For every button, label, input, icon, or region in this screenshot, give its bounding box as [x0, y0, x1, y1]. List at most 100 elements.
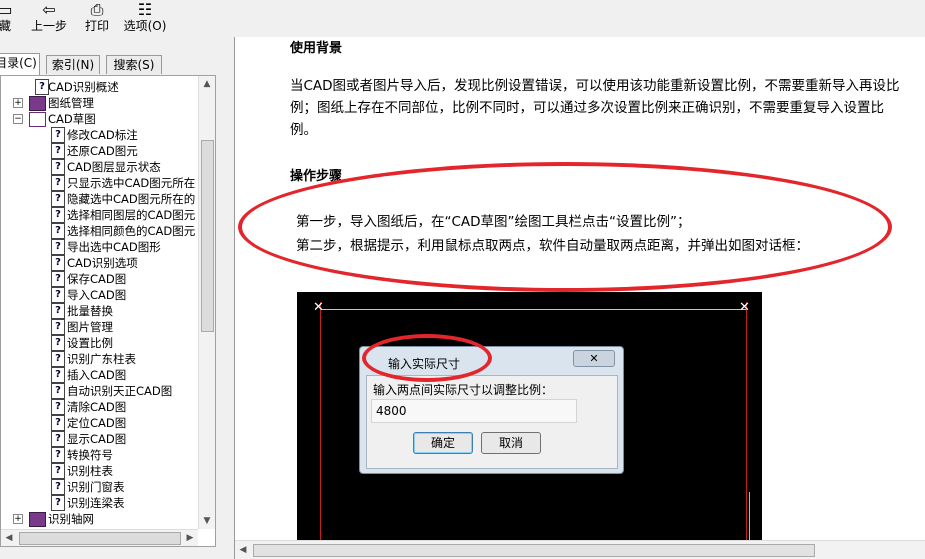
tree-item-label: 识别轴网: [48, 512, 94, 526]
options-button[interactable]: ☷ 选项(O): [122, 1, 168, 35]
tree-item[interactable]: ? 自动识别天正CAD图: [1, 383, 191, 399]
heading-background: 使用背景: [290, 41, 343, 56]
tree-item-label: 导出选中CAD图形: [67, 240, 161, 254]
help-page-icon: ?: [51, 239, 65, 255]
help-page-icon: ?: [51, 495, 65, 511]
tree-item-label: 图片管理: [67, 320, 113, 334]
help-page-icon: ?: [51, 367, 65, 383]
tree-item-label: 显示CAD图: [67, 432, 127, 446]
tree-vertical-scrollbar[interactable]: ▲ ▼: [198, 76, 215, 529]
help-page-icon: ?: [51, 191, 65, 207]
tree-item[interactable]: ? 还原CAD图元: [1, 143, 191, 159]
dialog-close-button[interactable]: ✕: [573, 350, 615, 367]
help-page-icon: ?: [51, 143, 65, 159]
tree-item[interactable]: ? 识别柱表: [1, 463, 191, 479]
tree-item-label: 图纸管理: [48, 96, 94, 110]
scroll-down-icon[interactable]: ▼: [199, 513, 215, 529]
book-icon: [29, 512, 46, 527]
tree-item-label: 清除CAD图: [67, 400, 127, 414]
pane-splitter[interactable]: [216, 37, 234, 559]
actual-size-input[interactable]: 4800: [371, 399, 577, 423]
tree-scroll-thumb[interactable]: [201, 140, 214, 332]
tree-item[interactable]: ? 修改CAD标注: [1, 127, 191, 143]
help-page-icon: ?: [51, 335, 65, 351]
tree-item[interactable]: ? 批量替换: [1, 303, 191, 319]
tree-item[interactable]: ? 识别门窗表: [1, 479, 191, 495]
tree-item[interactable]: ? 定位CAD图: [1, 415, 191, 431]
help-page-icon: ?: [51, 431, 65, 447]
tree-item[interactable]: ? 显示CAD图: [1, 431, 191, 447]
content-horizontal-scrollbar[interactable]: ◀: [235, 540, 925, 559]
help-page-icon: ?: [51, 159, 65, 175]
back-button[interactable]: ⇦ 上一步: [28, 1, 70, 35]
help-page-icon: ?: [51, 479, 65, 495]
tree-item-label: 导入CAD图: [67, 288, 127, 302]
tree-item[interactable]: ? 转换符号: [1, 447, 191, 463]
help-page-icon: ?: [51, 399, 65, 415]
collapse-icon[interactable]: −: [13, 114, 23, 124]
help-page-icon: ?: [51, 223, 65, 239]
tree-item-label: 识别连梁表: [67, 496, 125, 510]
content-hscroll-thumb[interactable]: [253, 544, 815, 557]
scroll-left-icon[interactable]: ◀: [1, 530, 17, 546]
tab-contents[interactable]: 目录(C): [0, 53, 40, 75]
expand-icon[interactable]: +: [13, 98, 23, 108]
paragraph-background: 当CAD图或者图片导入后，发现比例设置错误，可以使用该功能重新设置比例，不需要重…: [290, 78, 900, 138]
tab-index[interactable]: 索引(N): [46, 55, 100, 74]
tree-hscroll-thumb[interactable]: [19, 532, 181, 545]
help-page-icon: ?: [35, 79, 49, 95]
tree-item[interactable]: ? 插入CAD图: [1, 367, 191, 383]
tree-horizontal-scrollbar[interactable]: ◀ ▶: [1, 529, 198, 546]
topic-content: 使用背景 当CAD图或者图片导入后，发现比例设置错误，可以使用该功能重新设置比例…: [234, 37, 925, 559]
print-button[interactable]: ⎙ 打印: [82, 1, 112, 35]
favorites-button[interactable]: ▭ 藏: [0, 1, 14, 35]
tree-item[interactable]: ? 清除CAD图: [1, 399, 191, 415]
help-page-icon: ?: [51, 351, 65, 367]
tree-item[interactable]: + 图纸管理: [1, 95, 191, 111]
tree-item[interactable]: − CAD草图: [1, 111, 191, 127]
tree-item-label: 设置比例: [67, 336, 113, 350]
cancel-button[interactable]: 取消: [481, 432, 541, 454]
tree-item[interactable]: ? CAD识别选项: [1, 255, 191, 271]
nav-tabs: 目录(C) 索引(N) 搜索(S): [0, 53, 216, 75]
tree-item-label: 自动识别天正CAD图: [67, 384, 173, 398]
favorites-icon: ▭: [0, 0, 13, 19]
tree-item[interactable]: ? 选择相同图层的CAD图元: [1, 207, 195, 223]
tree-item[interactable]: ? 导出选中CAD图形: [1, 239, 191, 255]
tree-item-label: 插入CAD图: [67, 368, 127, 382]
toolbar: ▭ 藏 ⇦ 上一步 ⎙ 打印 ☷ 选项(O): [0, 0, 925, 37]
tree-item-label: 选择相同图层的CAD图元: [67, 208, 196, 222]
tree-item[interactable]: ? 识别连梁表: [1, 495, 191, 511]
tree-item[interactable]: ? 隐藏选中CAD图元所在的: [1, 191, 195, 207]
tree-item-label: 识别柱表: [67, 464, 113, 478]
tree-item[interactable]: ? 保存CAD图: [1, 271, 191, 287]
contents-tree: ? CAD识别概述 + 图纸管理 − CAD草图? 修改CAD标注? 还原CAD图元? CAD图…: [0, 75, 216, 547]
options-icon: ☷: [137, 0, 153, 19]
help-page-icon: ?: [51, 271, 65, 287]
dialog-body: 输入两点间实际尺寸以调整比例： 4800 确定 取消: [366, 375, 618, 469]
scroll-up-icon[interactable]: ▲: [199, 76, 215, 92]
help-page-icon: ?: [51, 415, 65, 431]
scroll-left-icon[interactable]: ◀: [235, 542, 251, 558]
tree-item[interactable]: ? CAD图层显示状态: [1, 159, 191, 175]
tree-item[interactable]: ? 导入CAD图: [1, 287, 191, 303]
tree-item[interactable]: ? 只显示选中CAD图元所在: [1, 175, 195, 191]
tree-item[interactable]: + 识别轴网: [1, 511, 191, 527]
expand-icon[interactable]: +: [13, 514, 23, 524]
cad-point-marker-icon: ✕: [313, 300, 324, 315]
tree-item[interactable]: ? 识别广东柱表: [1, 351, 191, 367]
tree-item-label: CAD识别概述: [48, 80, 119, 94]
ok-button[interactable]: 确定: [413, 432, 473, 454]
tab-search[interactable]: 搜索(S): [106, 55, 162, 74]
scroll-right-icon[interactable]: ▶: [182, 530, 198, 546]
tree-item[interactable]: ? 设置比例: [1, 335, 191, 351]
dialog-prompt: 输入两点间实际尺寸以调整比例：: [373, 383, 554, 397]
tree-item-label: 选择相同颜色的CAD图元: [67, 224, 196, 238]
annotation-ellipse-steps: [238, 162, 892, 292]
tree-item[interactable]: ? 图片管理: [1, 319, 191, 335]
tree-item[interactable]: ? 选择相同颜色的CAD图元: [1, 223, 195, 239]
cad-line-top: [321, 309, 746, 310]
navigation-pane: 目录(C) 索引(N) 搜索(S) ? CAD识别概述 + 图纸管理 − CAD草图? 修改…: [0, 37, 216, 559]
help-page-icon: ?: [51, 127, 65, 143]
tree-item[interactable]: ? CAD识别概述: [1, 79, 191, 95]
